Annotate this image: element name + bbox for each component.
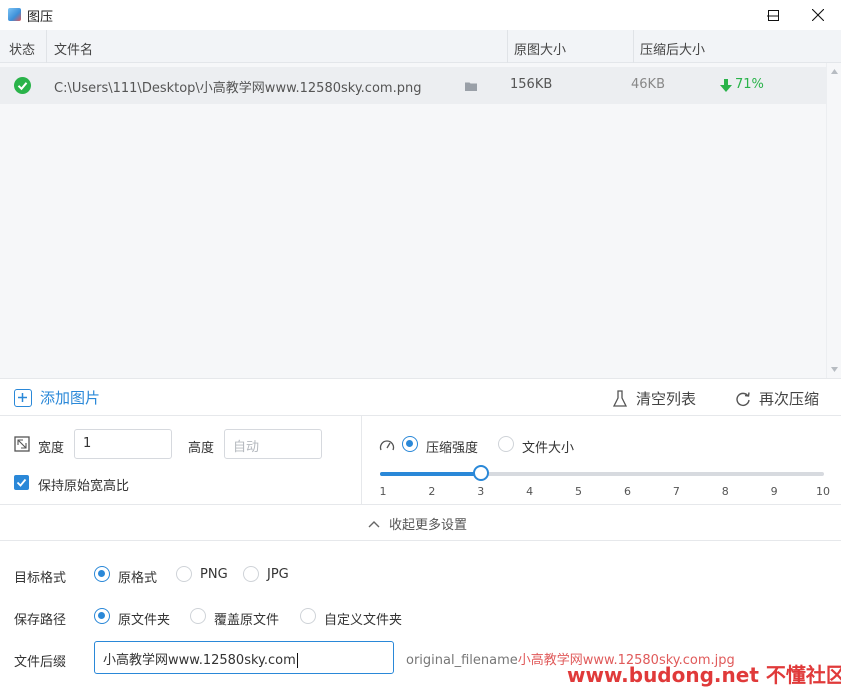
- format-png-radio[interactable]: [176, 566, 192, 582]
- reduction-percent: 71%: [735, 77, 764, 92]
- file-list[interactable]: C:\Users\111\Desktop\小高教学网www.12580sky.c…: [0, 63, 841, 378]
- column-divider[interactable]: [507, 30, 508, 63]
- text-caret: [296, 653, 298, 668]
- vertical-scrollbar[interactable]: [826, 63, 841, 378]
- slider-tick-label: 4: [526, 485, 534, 498]
- window-title: 图压: [27, 10, 54, 25]
- strength-slider-fill: [380, 472, 478, 476]
- path-custom-label: 自定义文件夹: [324, 613, 403, 628]
- original-size: 156KB: [510, 77, 553, 92]
- format-jpg-radio[interactable]: [243, 566, 259, 582]
- path-original-label: 原文件夹: [118, 613, 171, 628]
- clear-list-label: 清空列表: [636, 390, 697, 408]
- slider-tick-label: 1: [379, 485, 387, 498]
- slider-tick-label: 6: [623, 485, 631, 498]
- chevron-up-icon: [368, 520, 380, 527]
- suffix-label: 文件后缀: [14, 655, 67, 670]
- compressed-size: 46KB: [631, 77, 665, 92]
- arrow-down-icon: [720, 79, 732, 92]
- broom-icon: [612, 389, 628, 407]
- header-filename: 文件名: [54, 43, 94, 58]
- action-toolbar: 添加图片 清空列表 再次压缩: [0, 378, 841, 416]
- recompress-button[interactable]: 再次压缩: [735, 388, 819, 409]
- add-image-button[interactable]: 添加图片: [14, 387, 100, 408]
- watermark-text: www.budong.net 不懂社区: [567, 663, 841, 687]
- scroll-down-icon[interactable]: [831, 367, 838, 372]
- advanced-settings: 目标格式 原格式 PNG JPG 保存路径 原文件夹 覆盖原文件 自定义文件夹 …: [0, 541, 841, 692]
- recompress-label: 再次压缩: [759, 390, 820, 408]
- resize-icon: [14, 436, 30, 452]
- width-label: 宽度: [38, 441, 65, 456]
- folder-icon[interactable]: [465, 81, 477, 91]
- scroll-up-icon[interactable]: [831, 69, 838, 74]
- column-divider[interactable]: [46, 30, 47, 63]
- keep-ratio-checkbox[interactable]: [14, 475, 29, 490]
- close-button[interactable]: [795, 0, 841, 30]
- slider-tick-label: 5: [575, 485, 583, 498]
- slider-tick-label: 8: [721, 485, 729, 498]
- mode-strength-label: 压缩强度: [426, 441, 479, 456]
- path-custom-radio[interactable]: [300, 608, 316, 624]
- width-input[interactable]: 1: [74, 429, 172, 459]
- suffix-input[interactable]: 小高教学网www.12580sky.com: [94, 641, 394, 674]
- format-original-radio[interactable]: [94, 566, 110, 582]
- strength-slider-thumb[interactable]: [472, 465, 489, 481]
- column-divider[interactable]: [633, 30, 634, 63]
- slider-tick-label: 2: [428, 485, 436, 498]
- collapse-settings-bar: 收起更多设置: [0, 505, 841, 541]
- mode-strength-radio[interactable]: [402, 436, 418, 452]
- collapse-settings-button[interactable]: 收起更多设置: [368, 514, 467, 533]
- strength-slider-track[interactable]: [380, 472, 824, 476]
- app-logo-icon: [8, 8, 21, 21]
- mode-size-radio[interactable]: [498, 436, 514, 452]
- path-overwrite-label: 覆盖原文件: [214, 613, 280, 628]
- maximize-icon: [767, 9, 779, 21]
- save-path-label: 保存路径: [14, 613, 67, 628]
- format-original-label: 原格式: [118, 571, 158, 586]
- path-original-radio[interactable]: [94, 608, 110, 624]
- slider-tick-label: 7: [672, 485, 680, 498]
- slider-tick-label: 3: [477, 485, 485, 498]
- maximize-button[interactable]: [750, 0, 796, 30]
- header-compressed-size: 压缩后大小: [640, 43, 706, 58]
- checkmark-icon: [16, 478, 27, 487]
- target-format-label: 目标格式: [14, 571, 67, 586]
- collapse-label: 收起更多设置: [389, 518, 468, 533]
- path-overwrite-radio[interactable]: [190, 608, 206, 624]
- table-row[interactable]: C:\Users\111\Desktop\小高教学网www.12580sky.c…: [0, 67, 826, 104]
- slider-tick-label: 9: [770, 485, 778, 498]
- height-input[interactable]: 自动: [224, 429, 322, 459]
- divider: [361, 416, 362, 505]
- format-jpg-label: JPG: [267, 567, 289, 582]
- file-table-header: 状态 文件名 原图大小 压缩后大小: [0, 30, 841, 63]
- plus-square-icon: [14, 388, 32, 407]
- suffix-value: 小高教学网www.12580sky.com: [103, 653, 296, 668]
- format-png-label: PNG: [200, 567, 228, 582]
- file-path: C:\Users\111\Desktop\小高教学网www.12580sky.c…: [54, 81, 422, 96]
- close-icon: [812, 9, 824, 21]
- clear-list-button[interactable]: 清空列表: [612, 388, 696, 409]
- check-circle-icon: [14, 77, 31, 94]
- refresh-icon: [736, 391, 750, 406]
- slider-tick-label: 10: [816, 485, 830, 498]
- header-original-size: 原图大小: [514, 43, 567, 58]
- header-status: 状态: [9, 43, 36, 58]
- compression-settings: 宽度 1 高度 自动 保持原始宽高比 压缩强度 文件大小 1 2 3 4 5 6 7 8 9 10: [0, 416, 841, 505]
- gauge-icon: [379, 440, 395, 451]
- mode-size-label: 文件大小: [522, 441, 575, 456]
- title-bar: 图压: [0, 0, 841, 30]
- height-label: 高度: [188, 441, 215, 456]
- keep-ratio-label: 保持原始宽高比: [38, 479, 130, 494]
- preview-prefix: original_filename: [406, 653, 518, 668]
- add-image-label: 添加图片: [40, 389, 101, 407]
